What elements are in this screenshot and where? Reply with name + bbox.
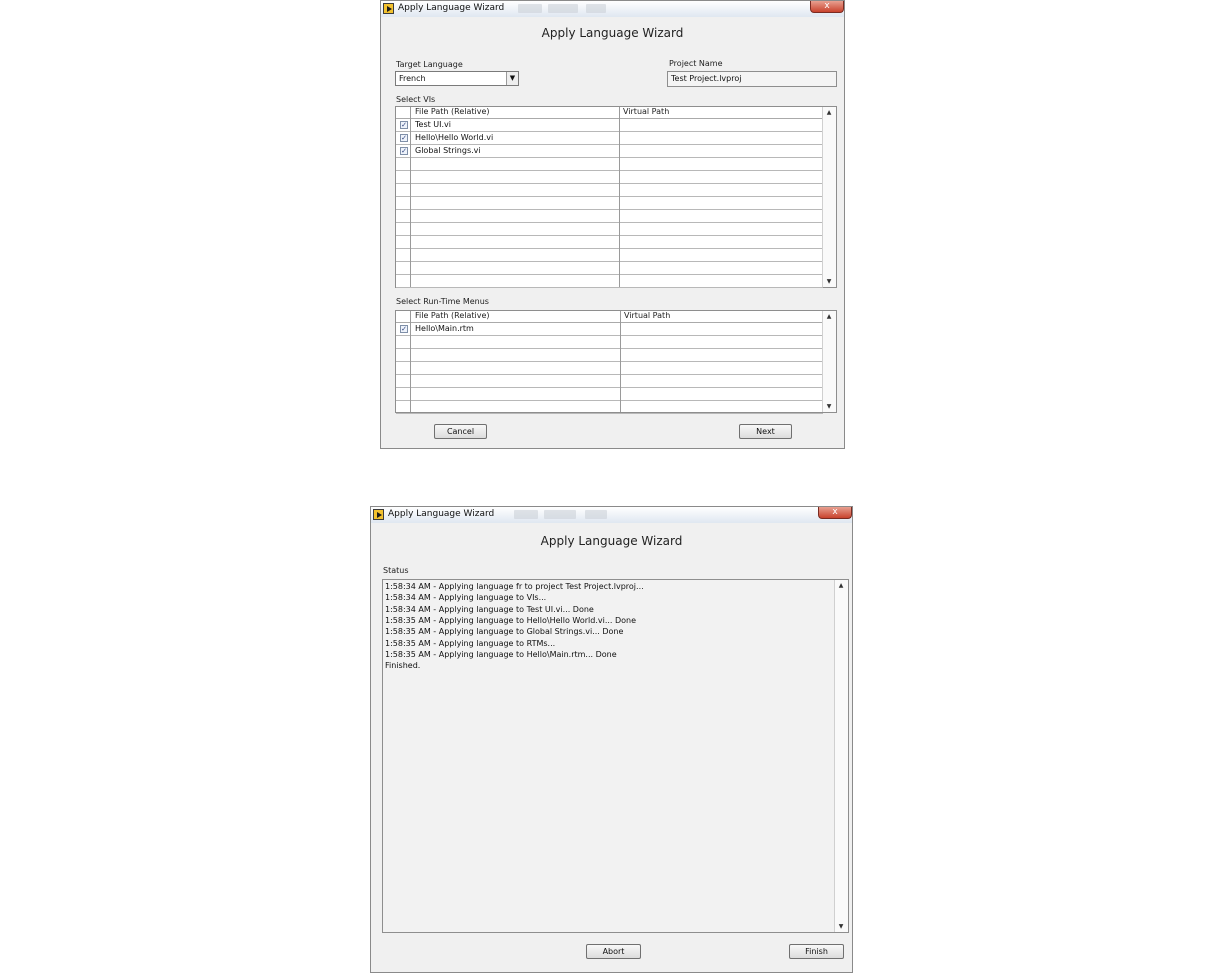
row-file-path: Global Strings.vi bbox=[415, 146, 481, 155]
log-line: 1:58:34 AM - Applying language to VIs... bbox=[385, 593, 547, 603]
chevron-down-icon[interactable]: ▼ bbox=[506, 72, 518, 85]
title-bar[interactable]: Apply Language Wizard x bbox=[371, 507, 852, 523]
close-button[interactable]: x bbox=[818, 507, 852, 519]
status-log[interactable]: 1:58:34 AM - Applying language fr to pro… bbox=[382, 579, 849, 933]
empty-table-row[interactable] bbox=[396, 249, 823, 262]
empty-table-row[interactable] bbox=[396, 362, 823, 375]
empty-table-row[interactable] bbox=[396, 336, 823, 349]
log-line: 1:58:35 AM - Applying language to Hello\… bbox=[385, 615, 637, 625]
row-file-path: Test UI.vi bbox=[415, 120, 452, 129]
row-checkbox[interactable]: ✓ bbox=[400, 325, 408, 333]
scroll-down-icon[interactable]: ▼ bbox=[823, 403, 835, 410]
row-file-path: Hello\Hello World.vi bbox=[415, 133, 494, 142]
menu-ghost-help bbox=[586, 4, 606, 13]
abort-button[interactable]: Abort bbox=[586, 944, 641, 959]
log-scrollbar[interactable]: ▲ ▼ bbox=[834, 580, 848, 932]
vis-scrollbar[interactable]: ▲ ▼ bbox=[822, 107, 836, 287]
wizard-window-select: Apply Language Wizard x Apply Language W… bbox=[380, 0, 845, 449]
status-label: Status bbox=[383, 566, 409, 575]
menu-ghost-help bbox=[585, 510, 607, 519]
column-divider bbox=[410, 107, 411, 287]
log-line: 1:58:35 AM - Applying language to Hello\… bbox=[385, 649, 617, 659]
cancel-button[interactable]: Cancel bbox=[434, 424, 487, 439]
empty-table-row[interactable] bbox=[396, 349, 823, 362]
window-title: Apply Language Wizard bbox=[388, 509, 495, 519]
menu-ghost-tools bbox=[514, 510, 538, 519]
close-icon: x bbox=[824, 1, 830, 11]
empty-table-row[interactable] bbox=[396, 210, 823, 223]
column-divider bbox=[620, 311, 621, 412]
log-line: 1:58:35 AM - Applying language to Global… bbox=[385, 627, 624, 637]
wizard-heading: Apply Language Wizard bbox=[540, 534, 683, 548]
target-language-label: Target Language bbox=[396, 60, 463, 69]
vis-list-header: File Path (Relative) Virtual Path bbox=[396, 107, 823, 119]
column-divider bbox=[410, 311, 411, 412]
empty-table-row[interactable] bbox=[396, 171, 823, 184]
empty-table-row[interactable] bbox=[396, 375, 823, 388]
labview-app-icon bbox=[383, 3, 394, 14]
title-bar[interactable]: Apply Language Wizard x bbox=[381, 1, 844, 17]
close-button[interactable]: x bbox=[810, 1, 844, 13]
table-row[interactable]: ✓ Hello\Main.rtm bbox=[396, 323, 823, 336]
select-vis-label: Select VIs bbox=[396, 95, 436, 104]
labview-app-icon bbox=[373, 509, 384, 520]
close-icon: x bbox=[832, 507, 838, 517]
empty-table-row[interactable] bbox=[396, 223, 823, 236]
window-title: Apply Language Wizard bbox=[398, 3, 505, 13]
scroll-up-icon[interactable]: ▲ bbox=[835, 582, 847, 589]
wizard-heading: Apply Language Wizard bbox=[541, 26, 684, 40]
menu-ghost-tools bbox=[518, 4, 542, 13]
empty-table-row[interactable] bbox=[396, 262, 823, 275]
project-name-value: Test Project.lvproj bbox=[671, 74, 742, 83]
target-language-dropdown[interactable]: French ▼ bbox=[395, 71, 519, 86]
empty-table-row[interactable] bbox=[396, 184, 823, 197]
rtm-list-header: File Path (Relative) Virtual Path bbox=[396, 311, 823, 323]
table-row[interactable]: ✓ Hello\Hello World.vi bbox=[396, 132, 823, 145]
log-line: 1:58:34 AM - Applying language fr to pro… bbox=[385, 582, 644, 591]
scroll-up-icon[interactable]: ▲ bbox=[823, 109, 835, 116]
empty-table-row[interactable] bbox=[396, 197, 823, 210]
finish-button[interactable]: Finish bbox=[789, 944, 844, 959]
scroll-down-icon[interactable]: ▼ bbox=[835, 923, 847, 930]
rtm-scrollbar[interactable]: ▲ ▼ bbox=[822, 311, 836, 412]
log-line: 1:58:34 AM - Applying language to Test U… bbox=[385, 604, 594, 614]
column-header-file-path[interactable]: File Path (Relative) bbox=[415, 311, 490, 320]
table-row[interactable]: ✓ Test UI.vi bbox=[396, 119, 823, 132]
scroll-down-icon[interactable]: ▼ bbox=[823, 278, 835, 285]
empty-table-row[interactable] bbox=[396, 388, 823, 401]
row-file-path: Hello\Main.rtm bbox=[415, 324, 474, 333]
menu-ghost-window bbox=[548, 4, 578, 13]
empty-table-row[interactable] bbox=[396, 236, 823, 249]
target-language-value: French bbox=[399, 74, 426, 83]
rtm-listbox[interactable]: File Path (Relative) Virtual Path ✓ Hello… bbox=[395, 310, 837, 414]
column-header-virtual-path[interactable]: Virtual Path bbox=[624, 311, 670, 320]
wizard-window-status: Apply Language Wizard x Apply Language W… bbox=[370, 506, 853, 973]
empty-table-row[interactable] bbox=[396, 158, 823, 171]
table-row[interactable]: ✓ Global Strings.vi bbox=[396, 145, 823, 158]
log-line: 1:58:35 AM - Applying language to RTMs..… bbox=[385, 638, 556, 648]
menu-ghost-window bbox=[544, 510, 576, 519]
column-header-virtual-path[interactable]: Virtual Path bbox=[623, 107, 669, 116]
row-checkbox[interactable]: ✓ bbox=[400, 147, 408, 155]
empty-table-row[interactable] bbox=[396, 401, 823, 414]
column-header-file-path[interactable]: File Path (Relative) bbox=[415, 107, 490, 116]
project-name-field: Test Project.lvproj bbox=[667, 71, 837, 87]
log-line: Finished. bbox=[385, 661, 421, 671]
project-name-label: Project Name bbox=[669, 59, 723, 68]
select-rtm-label: Select Run-Time Menus bbox=[396, 297, 489, 306]
next-button[interactable]: Next bbox=[739, 424, 792, 439]
scroll-up-icon[interactable]: ▲ bbox=[823, 313, 835, 320]
empty-table-row[interactable] bbox=[396, 275, 823, 288]
vis-listbox[interactable]: File Path (Relative) Virtual Path ✓ Test … bbox=[395, 106, 837, 288]
column-divider bbox=[619, 107, 620, 287]
row-checkbox[interactable]: ✓ bbox=[400, 134, 408, 142]
row-checkbox[interactable]: ✓ bbox=[400, 121, 408, 129]
